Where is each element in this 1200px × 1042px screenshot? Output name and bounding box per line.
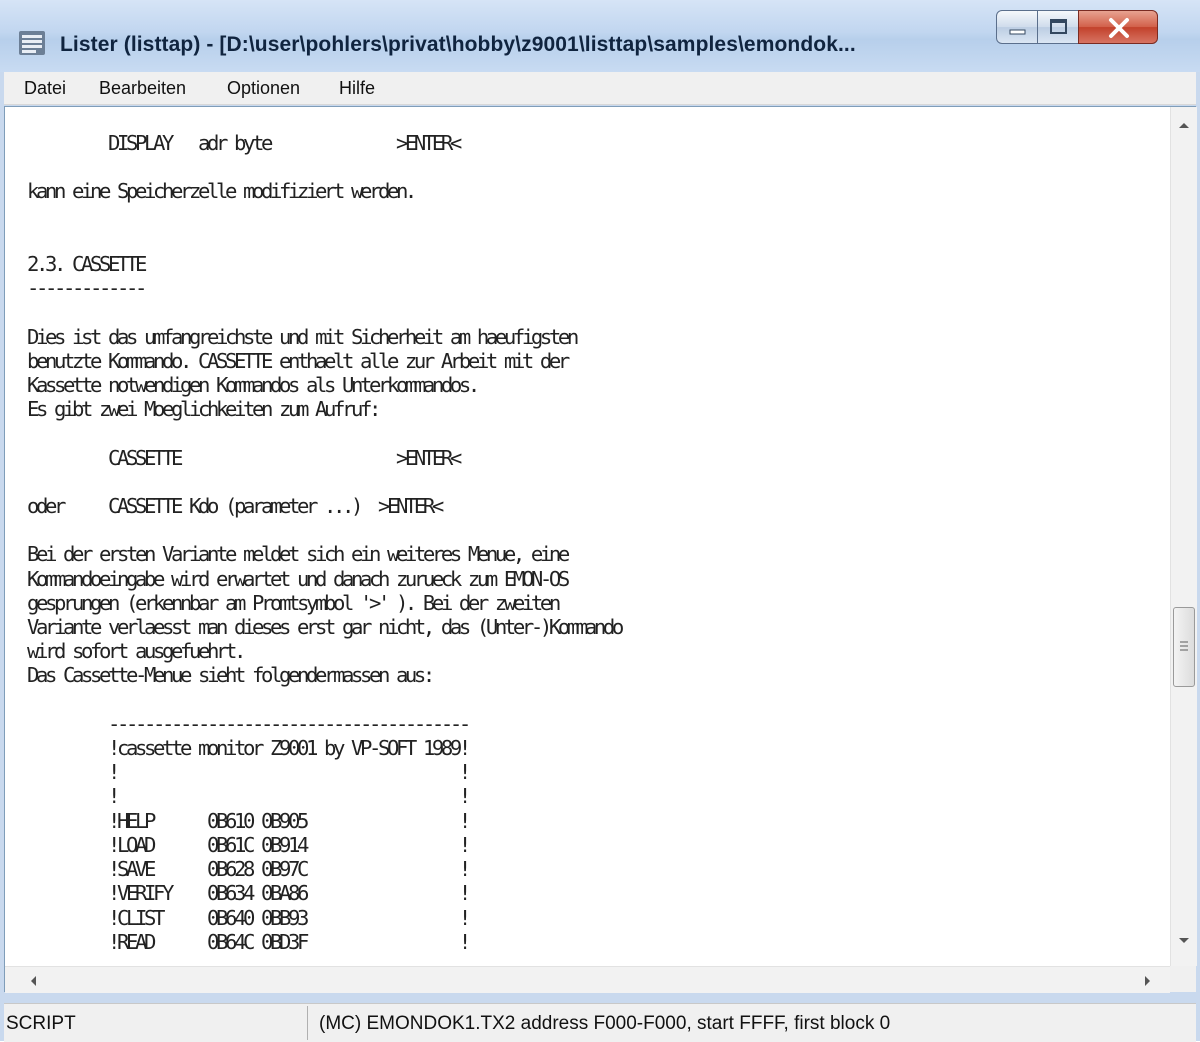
menu-bearbeiten[interactable]: Bearbeiten (99, 78, 186, 99)
text-line (27, 204, 621, 228)
arrow-right-icon[interactable] (1142, 974, 1154, 988)
text-line: oder CASSETTE Kdo (parameter ...) >ENTER… (27, 494, 444, 519)
text-line: Dies ist das umfangreichste und mit Sich… (27, 324, 579, 349)
grip-icon (1180, 641, 1188, 651)
menu-optionen[interactable]: Optionen (227, 78, 300, 99)
text-line: !cassette monitor Z9001 by VP-SOFT 1989! (27, 736, 471, 761)
maximize-button[interactable] (1037, 10, 1079, 44)
scrollbar-corner (1170, 966, 1196, 992)
text-line (27, 470, 621, 494)
vertical-scrollbar[interactable] (1170, 107, 1197, 966)
text-line: Kommandoeingabe wird erwartet und danach… (27, 566, 570, 591)
status-mode: SCRIPT (6, 1013, 76, 1034)
text-line: !VERIFY 0B634 0BA86 ! (27, 881, 471, 906)
menu-bar: Datei Bearbeiten Optionen Hilfe (4, 72, 1196, 105)
text-line: ------------- (27, 276, 147, 301)
menu-datei[interactable]: Datei (24, 78, 66, 99)
text-line: DISPLAY adr byte >ENTER< (27, 131, 462, 155)
minimize-button[interactable] (996, 10, 1038, 44)
text-line: Es gibt zwei Moeglichkeiten zum Aufruf: (27, 397, 381, 422)
maximize-icon (1050, 19, 1067, 34)
text-viewer[interactable]: DISPLAY adr byte >ENTER< kann eine Speic… (4, 106, 1197, 993)
text-line (27, 421, 621, 445)
text-line: !HELP 0B610 0B905 ! (27, 808, 471, 833)
document-text[interactable]: DISPLAY adr byte >ENTER< kann eine Speic… (27, 131, 624, 954)
text-line (27, 300, 621, 324)
text-line: kann eine Speicherzelle modifiziert werd… (27, 179, 417, 204)
text-line: ! ! (27, 784, 471, 809)
window-title: Lister (listtap) - [D:\user\pohlers\priv… (60, 33, 856, 56)
close-button[interactable] (1078, 10, 1158, 44)
horizontal-scrollbar[interactable] (5, 966, 1170, 993)
text-line: CASSETTE >ENTER< (27, 445, 462, 470)
status-info: (MC) EMONDOK1.TX2 address F000-F000, sta… (319, 1013, 891, 1034)
text-line (27, 228, 621, 252)
text-line: !CLIST 0B640 0BB93 ! (27, 905, 471, 930)
menu-hilfe[interactable]: Hilfe (339, 78, 375, 99)
text-line: benutzte Kommando. CASSETTE enthaelt all… (27, 348, 570, 373)
text-line: Das Cassette-Menue sieht folgendermassen… (27, 663, 435, 688)
text-line: Kassette notwendigen Kommandos als Unter… (27, 373, 480, 398)
close-icon (1109, 18, 1129, 38)
text-line (27, 155, 621, 179)
lister-icon (19, 31, 45, 55)
status-bar: SCRIPT (MC) EMONDOK1.TX2 address F000-F0… (4, 1003, 1196, 1042)
text-line: !SAVE 0B628 0B97C ! (27, 857, 471, 882)
text-line: Variante verlaesst man dieses erst gar n… (27, 615, 624, 640)
text-line: gesprungen (erkennbar am Promtsymbol '>'… (27, 590, 561, 615)
text-line: 2.3. CASSETTE (27, 252, 147, 277)
minimize-icon (1009, 29, 1026, 35)
text-line: ! ! (27, 760, 471, 785)
text-line: wird sofort ausgefuehrt. (27, 639, 246, 664)
title-bar[interactable]: Lister (listtap) - [D:\user\pohlers\priv… (0, 0, 1200, 72)
arrow-up-icon[interactable] (1175, 119, 1193, 131)
text-line: Bei der ersten Variante meldet sich ein … (27, 542, 570, 567)
text-line: !READ 0B64C 0BD3F ! (27, 929, 471, 954)
arrow-down-icon[interactable] (1175, 935, 1193, 947)
arrow-left-icon[interactable] (27, 974, 39, 988)
text-line (27, 518, 621, 542)
text-line: ---------------------------------------- (27, 711, 471, 736)
text-line: !LOAD 0B61C 0B914 ! (27, 832, 471, 857)
lister-window: Lister (listtap) - [D:\user\pohlers\priv… (0, 0, 1200, 1042)
status-divider (307, 1006, 308, 1040)
text-line (27, 688, 621, 712)
vertical-scroll-thumb[interactable] (1173, 607, 1195, 687)
